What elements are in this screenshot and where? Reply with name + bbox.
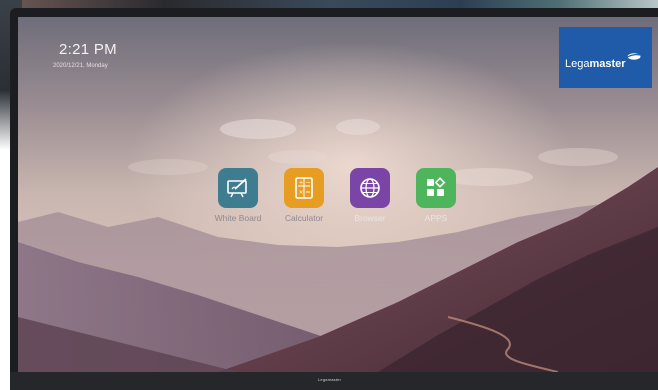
home-screen: 2:21 PM 2020/12/21, Monday Legamaster Wh… (18, 17, 658, 372)
calculator-icon: + − × = (295, 177, 313, 199)
whiteboard-icon (227, 178, 247, 198)
svg-text:+: + (299, 180, 304, 187)
app-calculator[interactable]: + − × = Calculator (269, 168, 339, 223)
app-whiteboard[interactable]: White Board (203, 168, 273, 223)
app-label-apps: APPS (424, 213, 448, 223)
globe-icon (360, 178, 380, 198)
svg-text:×: × (299, 189, 304, 196)
apps-grid-icon (427, 177, 446, 196)
clock-date: 2020/12/21, Monday (53, 63, 108, 69)
app-browser[interactable]: Browser (335, 168, 405, 223)
brand-name-light: Lega (565, 58, 590, 70)
legamaster-logo: Legamaster (559, 27, 652, 88)
app-apps[interactable]: APPS (401, 168, 471, 223)
app-tile-calculator[interactable]: + − × = (284, 168, 324, 208)
clock-time: 2:21 PM (59, 41, 117, 58)
svg-text:=: = (306, 189, 311, 196)
display-photo: 2:21 PM 2020/12/21, Monday Legamaster Wh… (0, 0, 658, 390)
legamaster-swoosh-icon (625, 53, 641, 60)
app-tile-apps[interactable] (416, 168, 456, 208)
brand-name-bold: master (589, 58, 626, 70)
brand-wordmark: Legamaster (565, 58, 626, 70)
svg-text:−: − (306, 180, 311, 187)
app-tile-whiteboard[interactable] (218, 168, 258, 208)
app-tile-browser[interactable] (350, 168, 390, 208)
app-label-whiteboard: White Board (214, 213, 262, 223)
chin-logo: Legamaster (318, 377, 342, 382)
app-label-calculator: Calculator (284, 213, 324, 223)
app-label-browser: Browser (354, 213, 386, 223)
